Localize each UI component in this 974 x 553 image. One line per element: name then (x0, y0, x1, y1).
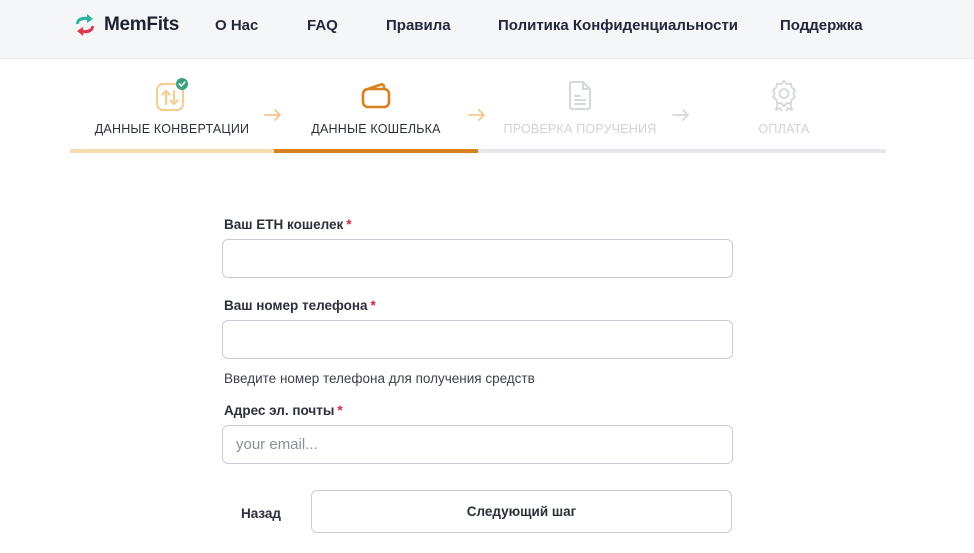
transfer-arrows-icon (155, 78, 188, 112)
step-progress-bar (274, 149, 478, 153)
email-label: Адрес эл. почты * (224, 403, 343, 418)
brand-logo[interactable]: MemFits (72, 12, 179, 38)
eth-wallet-input[interactable] (222, 239, 733, 278)
step-label: ДАННЫЕ КОНВЕРТАЦИИ (94, 122, 250, 136)
step-payment[interactable]: ОПЛАТА (682, 60, 886, 155)
document-icon (569, 81, 591, 110)
required-mark: * (346, 217, 352, 232)
step-progress-bar (478, 149, 682, 153)
nav-link-privacy-policy[interactable]: Политика Конфиденциальности (498, 17, 738, 34)
nav-link-rules[interactable]: Правила (386, 17, 451, 34)
eth-wallet-label: Ваш ETH кошелек * (224, 217, 352, 232)
next-step-button[interactable]: Следующий шаг (311, 490, 732, 533)
brand-name: MemFits (104, 14, 179, 35)
phone-hint: Введите номер телефона для получения сре… (224, 371, 535, 386)
nav-link-support[interactable]: Поддержка (780, 17, 863, 34)
top-navbar: MemFits О Нас FAQ Правила Политика Конфи… (0, 0, 974, 59)
step-order-check[interactable]: ПРОВЕРКА ПОРУЧЕНИЯ (478, 60, 682, 155)
nav-link-about[interactable]: О Нас (215, 17, 258, 34)
progress-stepper: ДАННЫЕ КОНВЕРТАЦИИ ДАННЫЕ КОШЕЛЬКА ПРОВЕ… (70, 60, 886, 155)
step-wallet-data[interactable]: ДАННЫЕ КОШЕЛЬКА (274, 60, 478, 155)
phone-input[interactable] (222, 320, 733, 359)
step-label: ПРОВЕРКА ПОРУЧЕНИЯ (503, 122, 657, 136)
email-input[interactable] (222, 425, 733, 464)
step-label: ОПЛАТА (758, 122, 810, 136)
exchange-logo-icon (76, 14, 94, 36)
back-button[interactable]: Назад (225, 493, 297, 533)
nav-link-faq[interactable]: FAQ (307, 17, 338, 34)
phone-label: Ваш номер телефона * (224, 298, 376, 313)
step-label: ДАННЫЕ КОШЕЛЬКА (311, 122, 441, 136)
wallet-icon (361, 83, 391, 109)
required-mark: * (370, 298, 376, 313)
step-conversion-data[interactable]: ДАННЫЕ КОНВЕРТАЦИИ (70, 60, 274, 155)
award-badge-icon (772, 80, 796, 112)
step-progress-bar (682, 149, 886, 153)
required-mark: * (337, 403, 343, 418)
step-progress-bar (70, 149, 274, 153)
